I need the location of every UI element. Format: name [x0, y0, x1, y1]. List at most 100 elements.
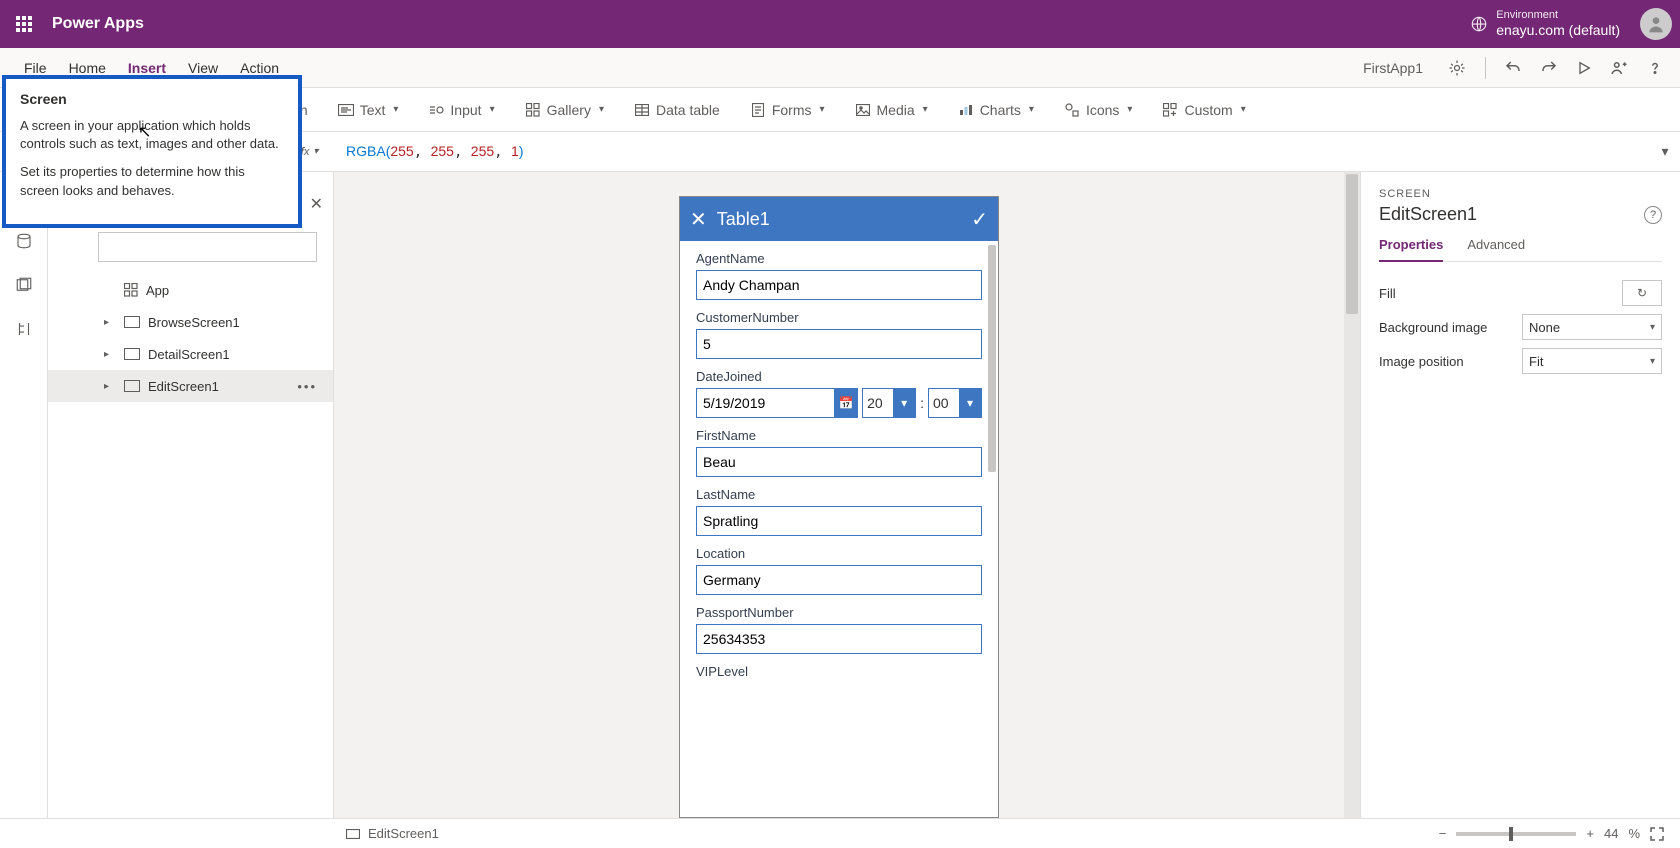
custom-icon [1162, 102, 1178, 118]
cancel-icon[interactable]: ✕ [690, 207, 707, 232]
canvas-scrollbar[interactable] [1344, 172, 1360, 818]
help-icon[interactable] [1646, 59, 1664, 77]
variables-icon[interactable] [15, 320, 33, 338]
data-sources-icon[interactable] [15, 232, 33, 250]
waffle-icon[interactable] [8, 8, 40, 40]
tree-search-input[interactable] [98, 232, 317, 262]
tree-item-browsescreen[interactable]: ▸ BrowseScreen1 [48, 306, 333, 338]
fx-icon[interactable]: fx▾ [300, 144, 340, 160]
expand-icon[interactable]: ▸ [104, 381, 116, 392]
field-label: CustomerNumber [696, 310, 982, 325]
app-checker-icon[interactable] [1447, 58, 1467, 78]
top-bar: Power Apps Environment enayu.com (defaul… [0, 0, 1680, 48]
charts-icon [958, 102, 974, 118]
agentname-input[interactable] [696, 270, 982, 300]
gallery-button[interactable]: Gallery▾ [525, 102, 604, 118]
undo-icon[interactable] [1504, 59, 1522, 77]
properties-crumb: SCREEN [1379, 188, 1662, 200]
menu-view[interactable]: View [188, 60, 218, 76]
calendar-icon[interactable]: 📅 [834, 388, 858, 418]
tree-item-editscreen[interactable]: ▸ EditScreen1 ••• [48, 370, 333, 402]
charts-button[interactable]: Charts▾ [958, 102, 1034, 118]
firstname-input[interactable] [696, 447, 982, 477]
icons-icon [1064, 102, 1080, 118]
chevron-down-icon: ▾ [490, 104, 495, 115]
user-avatar[interactable] [1640, 8, 1672, 40]
passport-input[interactable] [696, 624, 982, 654]
input-button[interactable]: Input▾ [428, 102, 494, 118]
text-icon [338, 102, 354, 118]
media-rail-icon[interactable] [15, 276, 33, 294]
fill-color-picker[interactable]: ↻ [1622, 280, 1662, 306]
chevron-down-icon: ▾ [1650, 356, 1655, 367]
minute-select[interactable]: 00▾ [928, 388, 982, 418]
zoom-in-icon[interactable]: + [1586, 826, 1594, 841]
info-icon[interactable]: ? [1644, 206, 1662, 224]
chevron-down-icon: ▾ [1029, 104, 1034, 115]
image-position-select[interactable]: Fit▾ [1522, 348, 1662, 374]
field-label: VIPLevel [696, 664, 982, 679]
device-preview[interactable]: ✕ Table1 ✓ AgentName CustomerNumber Date… [679, 196, 999, 818]
background-image-select[interactable]: None▾ [1522, 314, 1662, 340]
customernumber-input[interactable] [696, 329, 982, 359]
data-table-button[interactable]: Data table [634, 102, 720, 118]
tree-item-detailscreen[interactable]: ▸ DetailScreen1 [48, 338, 333, 370]
zoom-out-icon[interactable]: − [1439, 826, 1447, 841]
more-icon[interactable]: ••• [297, 379, 317, 394]
field-label: AgentName [696, 251, 982, 266]
status-selection: EditScreen1 [368, 826, 439, 841]
canvas-area: ✕ Table1 ✓ AgentName CustomerNumber Date… [334, 172, 1360, 818]
left-rail [0, 172, 48, 818]
chevron-down-icon: ▾ [923, 104, 928, 115]
zoom-slider[interactable] [1456, 832, 1576, 836]
prop-bg-label: Background image [1379, 320, 1522, 335]
share-icon[interactable] [1610, 59, 1628, 77]
expand-icon[interactable]: ▸ [104, 317, 116, 328]
redo-icon[interactable] [1540, 59, 1558, 77]
chevron-down-icon: ▾ [1127, 104, 1132, 115]
media-button[interactable]: Media▾ [855, 102, 928, 118]
table-icon [634, 102, 650, 118]
expand-icon[interactable]: ▸ [104, 349, 116, 360]
chevron-down-icon: ▾ [1241, 104, 1246, 115]
environment-block[interactable]: Environment enayu.com (default) [1496, 9, 1620, 39]
close-tree-icon[interactable]: ✕ [310, 194, 323, 214]
chevron-down-icon: ▾ [893, 389, 915, 417]
tree-search[interactable] [98, 232, 317, 262]
screen-glyph-icon [124, 348, 140, 360]
form-header: ✕ Table1 ✓ [680, 197, 998, 241]
text-button[interactable]: Text▾ [338, 102, 399, 118]
menu-home[interactable]: Home [69, 60, 106, 76]
chevron-down-icon: ▾ [819, 104, 824, 115]
field-label: Location [696, 546, 982, 561]
screen-glyph-icon [124, 316, 140, 328]
input-icon [428, 102, 444, 118]
icons-button[interactable]: Icons▾ [1064, 102, 1133, 118]
environment-name: enayu.com (default) [1496, 22, 1620, 39]
field-label: LastName [696, 487, 982, 502]
forms-button[interactable]: Forms▾ [750, 102, 825, 118]
prop-fill-label: Fill [1379, 286, 1622, 301]
tree-item-app[interactable]: App [48, 274, 333, 306]
form-scrollbar[interactable] [988, 245, 996, 813]
new-screen-tooltip: Screen A screen in your application whic… [2, 75, 302, 228]
tab-properties[interactable]: Properties [1379, 237, 1443, 262]
custom-button[interactable]: Custom▾ [1162, 102, 1245, 118]
menu-action[interactable]: Action [240, 60, 279, 76]
chevron-down-icon: ▾ [1650, 322, 1655, 333]
lastname-input[interactable] [696, 506, 982, 536]
fit-to-screen-icon[interactable] [1650, 827, 1664, 841]
tree-view-pane: ✕ App ▸ BrowseScreen1 ▸ DetailScreen1 ▸ … [48, 172, 334, 818]
submit-icon[interactable]: ✓ [971, 207, 988, 232]
menu-file[interactable]: File [24, 60, 47, 76]
location-input[interactable] [696, 565, 982, 595]
environment-icon [1470, 15, 1488, 33]
screen-glyph-icon [124, 380, 140, 392]
selected-element-name: EditScreen1 ? [1379, 204, 1662, 225]
play-icon[interactable] [1576, 60, 1592, 76]
media-icon [855, 102, 871, 118]
tab-advanced[interactable]: Advanced [1467, 237, 1525, 261]
formula-input[interactable]: RGBA(255, 255, 255, 1) [340, 139, 1650, 164]
expand-formula-icon[interactable]: ▾ [1650, 143, 1680, 160]
hour-select[interactable]: 20▾ [862, 388, 916, 418]
